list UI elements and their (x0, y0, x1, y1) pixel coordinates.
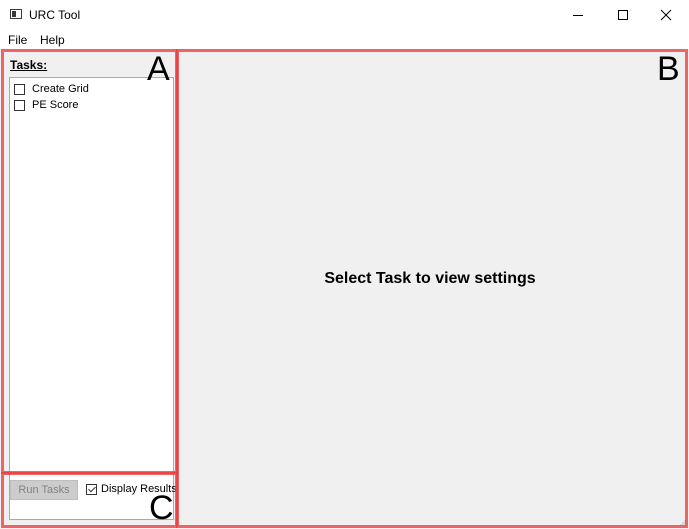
minimize-button[interactable] (555, 0, 601, 29)
annotation-label-c: C (149, 489, 174, 527)
menu-bar: File Help (0, 29, 689, 49)
annotation-label-b: B (657, 50, 680, 88)
menu-help[interactable]: Help (40, 33, 65, 47)
app-icon (10, 9, 22, 19)
title-bar: URC Tool (0, 0, 689, 29)
close-icon (660, 9, 672, 20)
menu-file[interactable]: File (8, 33, 27, 47)
close-button[interactable] (643, 0, 689, 29)
annotation-region-a (1, 49, 178, 474)
annotation-region-b (176, 49, 688, 528)
minimize-icon (573, 14, 583, 16)
annotation-label-a: A (147, 50, 170, 88)
maximize-icon (618, 9, 628, 20)
window-title: URC Tool (29, 8, 81, 22)
maximize-button[interactable] (600, 0, 646, 29)
